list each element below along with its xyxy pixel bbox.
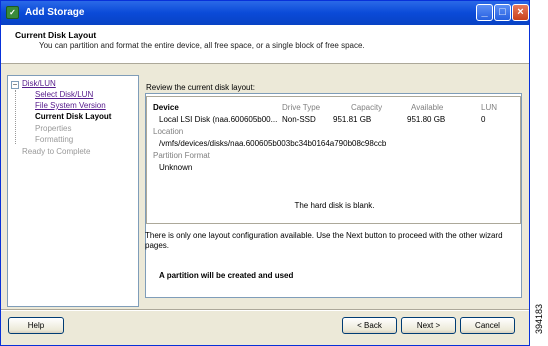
col-available: Available — [411, 103, 444, 112]
tree-line — [15, 90, 27, 144]
col-drive-type: Drive Type — [282, 103, 321, 112]
window-title: Add Storage — [25, 7, 85, 18]
step-formatting: Formatting — [35, 135, 74, 144]
wizard-header: Current Disk Layout You can partition an… — [1, 25, 529, 64]
figure-id: 394183 — [532, 299, 546, 343]
step-select-disk[interactable]: Select Disk/LUN — [35, 90, 93, 99]
tree-collapse-icon[interactable]: − — [11, 81, 19, 89]
col-device: Device — [153, 103, 179, 112]
step-ready: Ready to Complete — [22, 147, 91, 156]
help-button[interactable]: Help — [8, 317, 64, 334]
col-lun: LUN — [481, 103, 498, 112]
partition-message: A partition will be created and used — [159, 271, 294, 280]
disk-layout-panel: Device Drive Type Capacity Available LUN… — [145, 93, 522, 298]
location-value: /vmfs/devices/disks/naa.600605b003bc34b0… — [159, 139, 387, 148]
blank-disk-message: The hard disk is blank. — [294, 201, 375, 210]
figure-id-text: 394183 — [534, 303, 544, 335]
device-value: Local LSI Disk (naa.600605b00... — [159, 115, 278, 124]
layout-note: There is only one layout configuration a… — [145, 231, 503, 250]
drive-type-value: Non-SSD — [282, 115, 316, 124]
review-label: Review the current disk layout: — [146, 83, 255, 92]
add-storage-window: ✓ Add Storage _ □ × Current Disk Layout … — [0, 0, 530, 346]
minimize-button[interactable]: _ — [476, 4, 493, 21]
lun-value: 0 — [481, 115, 486, 124]
step-fs-version[interactable]: File System Version — [35, 101, 106, 110]
wizard-steps-panel: − Disk/LUN Select Disk/LUN File System V… — [7, 75, 139, 307]
step-properties: Properties — [35, 124, 72, 133]
page-title: Current Disk Layout — [15, 30, 97, 40]
footer-separator — [1, 309, 529, 311]
partition-format-label: Partition Format — [153, 151, 210, 160]
page-description: You can partition and format the entire … — [39, 41, 365, 50]
available-value: 951.80 GB — [407, 115, 446, 124]
step-current-layout: Current Disk Layout — [35, 112, 112, 121]
next-button[interactable]: Next > — [401, 317, 456, 334]
capacity-value: 951.81 GB — [333, 115, 372, 124]
partition-format-value: Unknown — [159, 163, 193, 172]
col-capacity: Capacity — [351, 103, 383, 112]
maximize-button[interactable]: □ — [494, 4, 511, 21]
main-content: Review the current disk layout: Device D… — [141, 75, 529, 307]
app-icon: ✓ — [6, 6, 19, 19]
cancel-button[interactable]: Cancel — [460, 317, 515, 334]
close-button[interactable]: × — [512, 4, 529, 21]
location-label: Location — [153, 127, 184, 136]
step-disk-lun[interactable]: Disk/LUN — [22, 79, 56, 88]
title-bar[interactable]: ✓ Add Storage _ □ × — [1, 1, 529, 25]
disk-info-box: Device Drive Type Capacity Available LUN… — [146, 96, 521, 224]
back-button[interactable]: < Back — [342, 317, 397, 334]
